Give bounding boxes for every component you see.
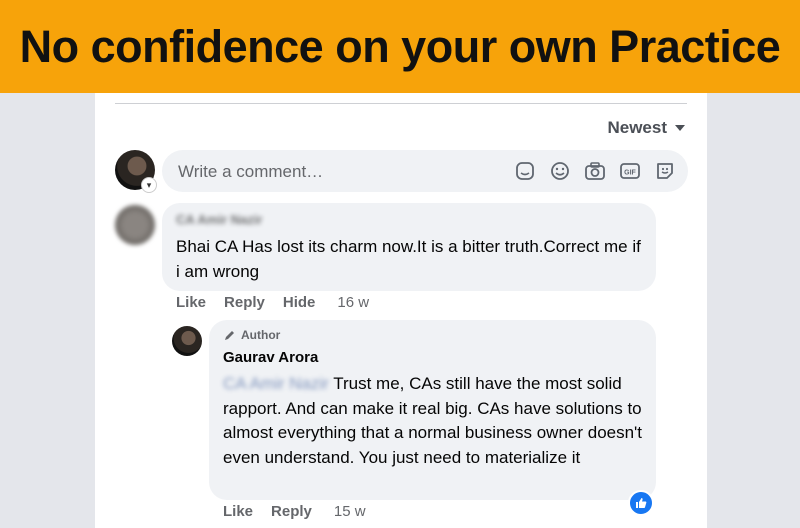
reply-bubble: Author Gaurav Arora CA Amir Nazir Trust … (209, 320, 656, 500)
comment-input[interactable] (176, 150, 500, 194)
mention-link[interactable]: CA Amir Nazir (223, 374, 329, 393)
comment-actions: Like Reply Hide 16 w (176, 294, 369, 311)
sort-dropdown[interactable]: Newest (607, 118, 685, 138)
reply-author-name[interactable]: Gaurav Arora (223, 349, 318, 366)
reply-link[interactable]: Reply (271, 503, 312, 520)
comment-composer: GIF (162, 150, 688, 194)
banner-title: No confidence on your own Practice (19, 20, 781, 72)
hide-link[interactable]: Hide (283, 294, 316, 311)
gif-icon[interactable]: GIF (619, 160, 641, 182)
camera-icon[interactable] (584, 160, 606, 182)
like-link[interactable]: Like (223, 503, 253, 520)
avatar-sticker-icon[interactable] (654, 160, 676, 182)
pencil-icon (225, 330, 234, 340)
composer-icons: GIF (514, 160, 676, 182)
sticker-icon[interactable] (514, 160, 536, 182)
comment-text: Bhai CA Has lost its charm now.It is a b… (176, 237, 641, 281)
like-link[interactable]: Like (176, 294, 206, 311)
comments-panel: Newest ▾ GIF CA Amir Nazir Bhai (95, 93, 707, 528)
emoji-icon[interactable] (549, 160, 571, 182)
commenter-name[interactable]: CA Amir Nazir (176, 212, 262, 227)
comment-bubble: CA Amir Nazir Bhai CA Has lost its charm… (162, 203, 656, 291)
reply-timestamp[interactable]: 15 w (334, 503, 366, 520)
reply-link[interactable]: Reply (224, 294, 265, 311)
divider (115, 103, 687, 104)
comment-timestamp[interactable]: 16 w (337, 294, 369, 311)
chevron-down-icon[interactable]: ▾ (141, 177, 157, 193)
reply-author-avatar[interactable] (172, 326, 202, 356)
reply-actions: Like Reply 15 w (223, 503, 366, 520)
thumbs-up-icon[interactable] (628, 490, 654, 516)
reply-text: CA Amir Nazir Trust me, CAs still have t… (223, 372, 648, 470)
svg-text:GIF: GIF (624, 170, 636, 177)
commenter-avatar[interactable] (115, 205, 155, 245)
chevron-down-icon (675, 125, 685, 131)
author-badge-label: Author (241, 328, 281, 342)
sort-label: Newest (607, 118, 667, 137)
author-badge: Author (223, 328, 280, 342)
title-banner: No confidence on your own Practice (0, 0, 800, 93)
